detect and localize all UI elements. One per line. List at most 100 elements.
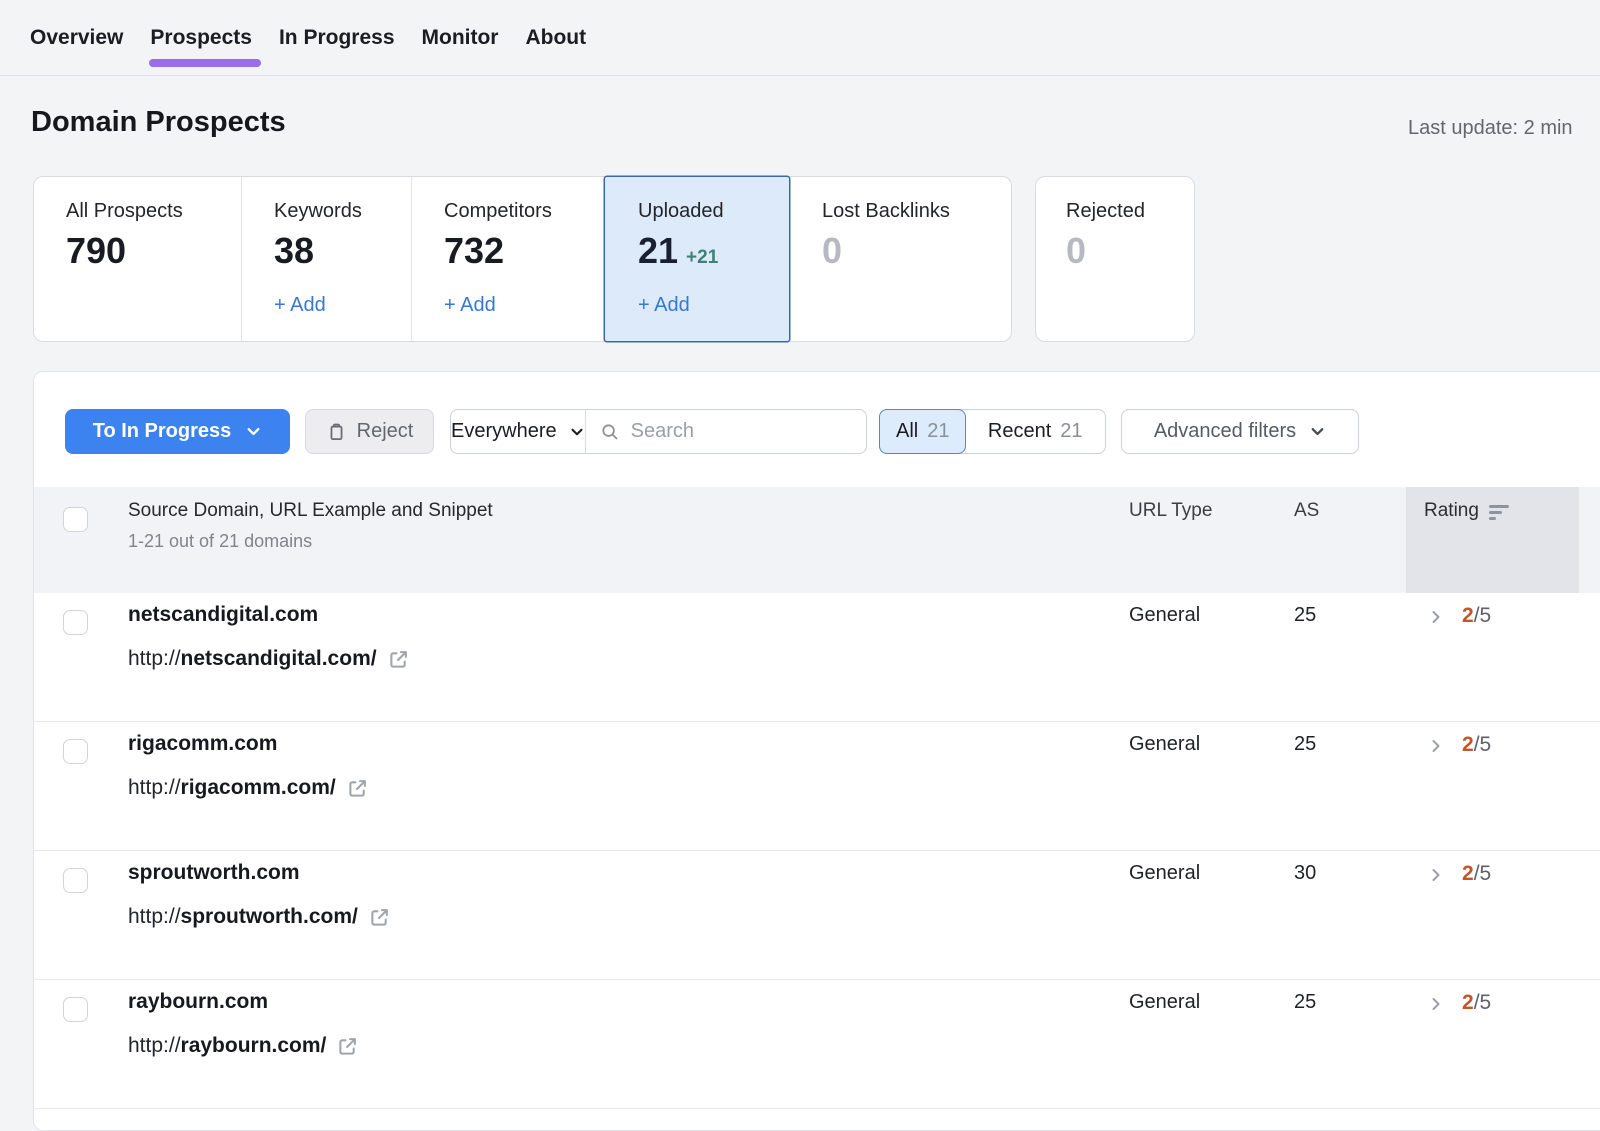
card-label: Keywords — [274, 200, 391, 223]
chevron-right-icon[interactable] — [1428, 994, 1444, 1012]
to-in-progress-label: To In Progress — [93, 420, 232, 443]
column-header-as: AS — [1294, 500, 1319, 522]
table-toolbar: To In Progress Reject Everywhere — [34, 409, 1600, 454]
tab-about[interactable]: About — [525, 26, 586, 50]
select-all-checkbox[interactable] — [63, 507, 88, 532]
source-url-link[interactable]: http://netscandigital.com/ — [128, 647, 410, 671]
reject-button[interactable]: Reject — [305, 409, 434, 454]
table-row: sproutworth.com http://sproutworth.com/ … — [34, 851, 1600, 980]
reject-label: Reject — [357, 420, 414, 443]
advanced-filters-label: Advanced filters — [1154, 420, 1296, 443]
source-domain: rigacomm.com — [128, 732, 277, 756]
tab-overview[interactable]: Overview — [30, 26, 123, 50]
card-value: 790 — [66, 232, 126, 270]
external-link-icon — [368, 906, 391, 929]
search-scope-select[interactable]: Everywhere — [451, 410, 586, 453]
tab-prospects-label: Prospects — [150, 26, 252, 49]
card-label: All Prospects — [66, 200, 221, 223]
external-link-icon — [336, 1035, 359, 1058]
card-lost-backlinks[interactable]: Lost Backlinks 0 — [789, 177, 1011, 341]
segment-recent-label: Recent — [988, 420, 1051, 443]
all-recent-segmented-control: All 21 Recent 21 — [879, 409, 1106, 454]
card-value: 0 — [822, 232, 842, 270]
add-keywords-link[interactable]: + Add — [274, 294, 391, 317]
card-value: 38 — [274, 232, 314, 270]
source-domain: raybourn.com — [128, 990, 268, 1014]
segment-recent[interactable]: Recent 21 — [965, 410, 1105, 453]
search-input[interactable] — [631, 420, 896, 443]
top-nav: Overview Prospects In Progress Monitor A… — [0, 0, 1600, 76]
url-text: http://raybourn.com/ — [128, 1034, 326, 1058]
row-checkbox[interactable] — [63, 997, 88, 1022]
search-combo: Everywhere — [450, 409, 867, 454]
chevron-right-icon[interactable] — [1428, 736, 1444, 754]
as-value: 30 — [1294, 862, 1316, 885]
card-value: 732 — [444, 232, 504, 270]
source-url-link[interactable]: http://sproutworth.com/ — [128, 905, 391, 929]
as-value: 25 — [1294, 991, 1316, 1014]
url-type-value: General — [1129, 862, 1200, 885]
card-all-prospects[interactable]: All Prospects 790 — [34, 177, 241, 341]
chevron-down-icon — [1309, 423, 1326, 440]
advanced-filters-button[interactable]: Advanced filters — [1121, 409, 1359, 454]
rating-value: 2/5 — [1462, 991, 1491, 1015]
add-competitors-link[interactable]: + Add — [444, 294, 585, 317]
row-checkbox[interactable] — [63, 610, 88, 635]
url-type-value: General — [1129, 991, 1200, 1014]
chevron-down-icon — [245, 423, 262, 440]
url-text: http://netscandigital.com/ — [128, 647, 377, 671]
card-value: 21 — [638, 232, 678, 270]
tab-prospects[interactable]: Prospects — [150, 26, 252, 50]
search-box — [586, 410, 910, 453]
source-domain: netscandigital.com — [128, 603, 318, 627]
tab-in-progress[interactable]: In Progress — [279, 26, 395, 50]
external-link-icon — [346, 777, 369, 800]
row-checkbox[interactable] — [63, 739, 88, 764]
last-update-text: Last update: 2 min — [1408, 117, 1600, 140]
prospect-source-cards: All Prospects 790 Keywords 38 + Add Comp… — [33, 176, 1012, 342]
column-header-url-type: URL Type — [1129, 500, 1212, 522]
segment-recent-count: 21 — [1060, 420, 1082, 443]
external-link-icon — [387, 648, 410, 671]
sort-descending-icon — [1489, 503, 1509, 520]
table-row: netscandigital.com http://netscandigital… — [34, 593, 1600, 722]
source-url-link[interactable]: http://rigacomm.com/ — [128, 776, 369, 800]
active-tab-underline — [149, 59, 261, 67]
card-label: Uploaded — [638, 200, 769, 223]
rating-value: 2/5 — [1462, 862, 1491, 886]
as-value: 25 — [1294, 733, 1316, 756]
card-rejected[interactable]: Rejected 0 — [1035, 176, 1195, 342]
rating-value: 2/5 — [1462, 604, 1491, 628]
column-header-source: Source Domain, URL Example and Snippet — [128, 500, 493, 522]
url-text: http://rigacomm.com/ — [128, 776, 336, 800]
url-type-value: General — [1129, 733, 1200, 756]
table-row: rigacomm.com http://rigacomm.com/ Genera… — [34, 722, 1600, 851]
url-text: http://sproutworth.com/ — [128, 905, 358, 929]
segment-all-label: All — [896, 420, 918, 443]
search-scope-value: Everywhere — [451, 420, 557, 443]
card-value: 0 — [1066, 232, 1086, 270]
source-url-link[interactable]: http://raybourn.com/ — [128, 1034, 359, 1058]
card-uploaded-selected[interactable]: Uploaded 21 +21 + Add — [605, 177, 789, 341]
card-delta-badge: +21 — [686, 247, 718, 269]
to-in-progress-button[interactable]: To In Progress — [65, 409, 290, 454]
url-type-value: General — [1129, 604, 1200, 627]
rating-value: 2/5 — [1462, 733, 1491, 757]
chevron-right-icon[interactable] — [1428, 607, 1444, 625]
column-header-rating[interactable]: Rating — [1406, 487, 1579, 593]
trash-icon — [326, 421, 347, 442]
chevron-right-icon[interactable] — [1428, 865, 1444, 883]
column-header-rating-label: Rating — [1424, 500, 1479, 522]
segment-all[interactable]: All 21 — [879, 409, 966, 454]
table-header: Source Domain, URL Example and Snippet 1… — [34, 487, 1600, 593]
tab-monitor[interactable]: Monitor — [422, 26, 499, 50]
add-uploaded-link[interactable]: + Add — [638, 294, 769, 317]
row-checkbox[interactable] — [63, 868, 88, 893]
segment-all-count: 21 — [927, 420, 949, 443]
card-competitors[interactable]: Competitors 732 + Add — [411, 177, 605, 341]
chevron-down-icon — [569, 424, 585, 440]
card-keywords[interactable]: Keywords 38 + Add — [241, 177, 411, 341]
table-row: raybourn.com http://raybourn.com/ Genera… — [34, 980, 1600, 1109]
prospects-panel: To In Progress Reject Everywhere — [33, 371, 1600, 1131]
card-label: Competitors — [444, 200, 585, 223]
